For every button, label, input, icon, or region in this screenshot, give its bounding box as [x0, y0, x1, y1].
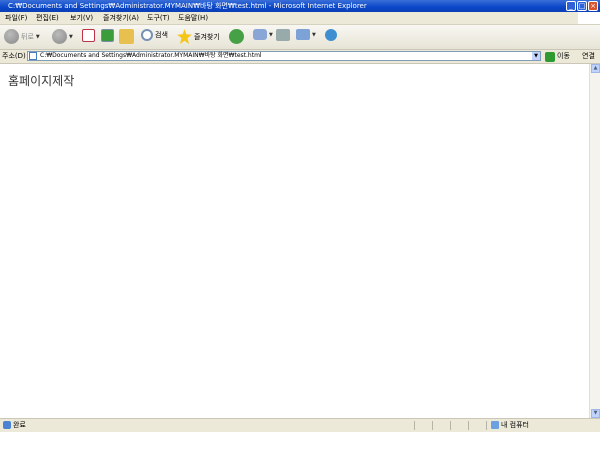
menu-tools[interactable]: 도구(T): [147, 13, 170, 23]
forward-button[interactable]: ▼: [52, 29, 73, 44]
menu-help[interactable]: 도움말(H): [178, 13, 208, 23]
address-dropdown-icon[interactable]: ▼: [532, 52, 540, 60]
go-label: 이동: [557, 52, 570, 60]
home-button[interactable]: [119, 29, 134, 44]
edit-button[interactable]: ▼: [296, 29, 316, 40]
refresh-icon: [101, 29, 114, 42]
status-bar: 완료 내 컴퓨터: [0, 418, 600, 432]
page-done-icon: [3, 421, 11, 429]
minimize-icon[interactable]: _: [566, 1, 576, 11]
window-title: C:₩Documents and Settings₩Administrator.…: [8, 2, 367, 10]
address-input[interactable]: C:₩Documents and Settings₩Administrator.…: [27, 51, 541, 61]
stop-icon: [82, 29, 95, 42]
page-text: 홈페이지제작: [8, 74, 75, 88]
printer-icon: [276, 29, 290, 41]
mail-button[interactable]: ▼: [253, 29, 273, 40]
menu-file[interactable]: 파일(F): [5, 13, 27, 23]
close-icon[interactable]: ×: [588, 1, 598, 11]
favorites-button[interactable]: 즐겨찾기: [177, 29, 220, 44]
go-arrow-icon: [545, 51, 555, 62]
stop-button[interactable]: [82, 29, 95, 42]
scroll-up-icon[interactable]: ▲: [591, 64, 600, 73]
menu-favorites[interactable]: 즐겨찾기(A): [103, 13, 139, 23]
forward-dropdown-icon[interactable]: ▼: [69, 34, 73, 40]
messenger-button[interactable]: [325, 29, 337, 41]
favorites-label: 즐겨찾기: [194, 32, 220, 41]
edit-dropdown-icon[interactable]: ▼: [312, 32, 316, 38]
status-divider: [432, 421, 433, 430]
go-button[interactable]: 이동: [545, 51, 570, 62]
address-label: 주소(D): [2, 52, 26, 60]
standard-toolbar: 뒤로 ▼ ▼ 검색 즐겨찾기 ▼ ▼: [0, 25, 600, 50]
menu-bar: 파일(F) 편집(E) 보기(V) 즐겨찾기(A) 도구(T) 도움말(H): [0, 12, 600, 25]
refresh-button[interactable]: [101, 29, 114, 42]
search-label: 검색: [155, 31, 168, 39]
computer-icon: [491, 421, 499, 429]
search-button[interactable]: 검색: [141, 29, 168, 41]
history-button[interactable]: [229, 29, 244, 44]
back-arrow-icon: [4, 29, 19, 44]
title-bar[interactable]: C:₩Documents and Settings₩Administrator.…: [0, 0, 600, 12]
mail-dropdown-icon[interactable]: ▼: [269, 32, 273, 38]
window-controls: _ □ ×: [566, 1, 598, 11]
status-text: 완료: [13, 421, 26, 429]
menu-view[interactable]: 보기(V): [70, 13, 93, 23]
back-dropdown-icon[interactable]: ▼: [36, 34, 40, 40]
mail-icon: [253, 29, 267, 40]
status-divider: [450, 421, 451, 430]
menu-edit[interactable]: 편집(E): [36, 13, 59, 23]
edit-page-icon: [296, 29, 310, 40]
star-icon: [177, 29, 192, 44]
windows-flag-icon: [578, 12, 600, 24]
address-bar: 주소(D) C:₩Documents and Settings₩Administ…: [0, 50, 600, 64]
page-content: 홈페이지제작: [0, 64, 589, 418]
back-button[interactable]: 뒤로 ▼: [4, 29, 40, 44]
forward-arrow-icon: [52, 29, 67, 44]
status-divider: [486, 421, 487, 430]
search-icon: [141, 29, 153, 41]
address-value[interactable]: C:₩Documents and Settings₩Administrator.…: [40, 52, 262, 60]
scroll-down-icon[interactable]: ▼: [591, 409, 600, 418]
back-label: 뒤로: [21, 32, 34, 41]
messenger-icon: [325, 29, 337, 41]
status-divider: [468, 421, 469, 430]
print-button[interactable]: [276, 29, 290, 41]
history-icon: [229, 29, 244, 44]
page-icon: [29, 52, 37, 60]
security-zone: 내 컴퓨터: [501, 421, 529, 429]
home-icon: [119, 29, 134, 44]
vertical-scrollbar[interactable]: ▲ ▼: [589, 64, 600, 418]
maximize-icon[interactable]: □: [577, 1, 587, 11]
status-divider: [414, 421, 415, 430]
links-button[interactable]: 연결: [582, 51, 595, 62]
